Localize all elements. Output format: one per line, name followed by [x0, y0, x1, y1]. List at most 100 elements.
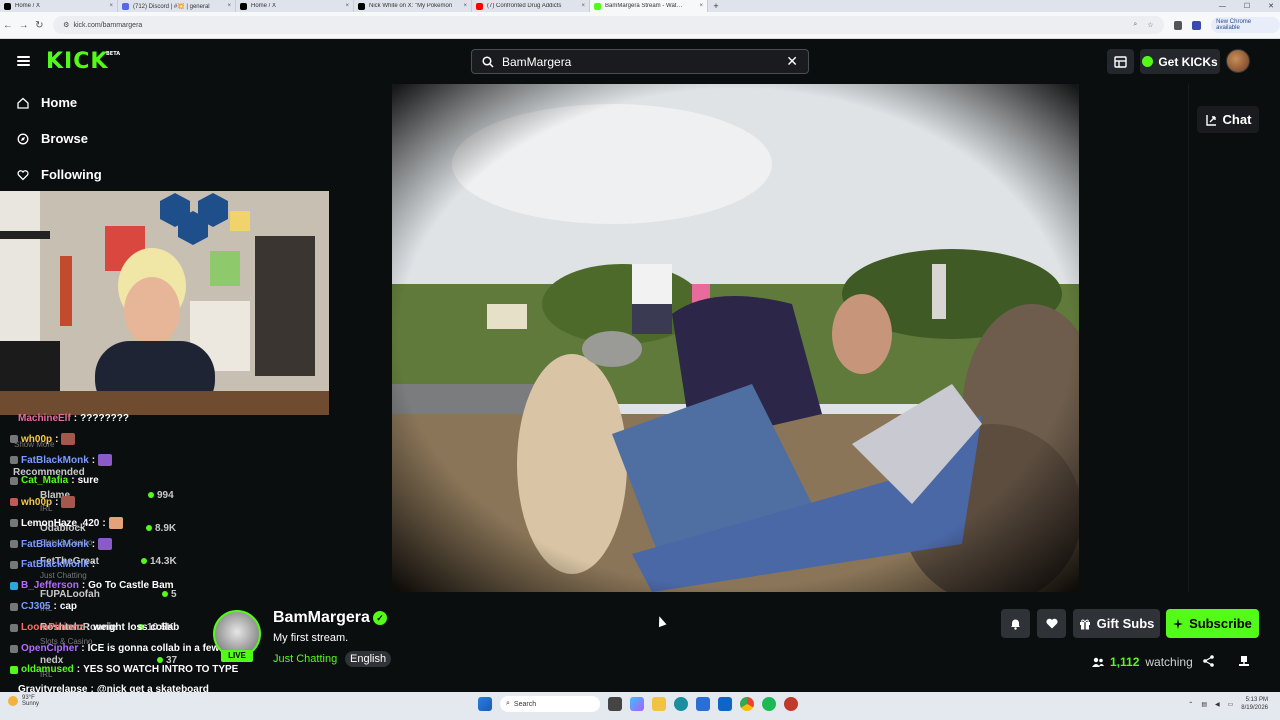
network-icon[interactable]: ▤ [1201, 701, 1207, 708]
edge-icon[interactable] [674, 697, 688, 711]
address-bar: ← → ↻ ⚙ kick.com/bammargera ⌕ ☆ New Chro… [0, 12, 1280, 39]
file-explorer-icon[interactable] [652, 697, 666, 711]
chat-message: LoomPinionz: weight loss collab [10, 622, 179, 633]
category-link[interactable]: Just Chatting [273, 653, 337, 665]
gift-subs-button[interactable]: Gift Subs [1073, 609, 1160, 638]
site-info-icon[interactable]: ⚙ [63, 21, 69, 29]
bookmark-star-icon[interactable]: ☆ [1147, 21, 1153, 29]
app-icon[interactable] [784, 697, 798, 711]
sidebar-item-home[interactable]: Home [17, 95, 77, 110]
outlook-icon[interactable] [718, 697, 732, 711]
tray-chevron-icon[interactable]: ⌃ [1188, 701, 1193, 708]
browser-tab-active[interactable]: BamMargera Stream - Wat… × [590, 0, 708, 12]
close-tab-icon[interactable]: × [699, 3, 703, 9]
battery-icon[interactable]: ▭ [1228, 701, 1234, 708]
taskbar-search[interactable]: ⌕ Search [500, 696, 600, 712]
spotify-icon[interactable] [762, 697, 776, 711]
get-kicks-button[interactable]: Get KICKs [1140, 49, 1220, 74]
clips-button[interactable] [1107, 49, 1134, 74]
sidebar-item-browse[interactable]: Browse [17, 131, 88, 146]
sun-icon [8, 696, 18, 706]
new-tab-icon[interactable]: + [708, 1, 724, 11]
taskbar-apps: ⌕ Search [478, 696, 798, 712]
browser-tab[interactable]: Home / X × [0, 0, 118, 12]
user-badge-icon [10, 623, 18, 632]
video-player[interactable] [392, 84, 1079, 592]
search-input[interactable] [502, 54, 787, 69]
browser-tab[interactable]: Nick White on X: "My Pokemon × [354, 0, 472, 12]
extension-icon[interactable] [1173, 20, 1183, 30]
minimize-icon[interactable]: — [1219, 3, 1226, 10]
mouse-cursor-icon [655, 614, 667, 628]
user-badge-icon [10, 456, 18, 464]
search-icon: ⌕ [506, 700, 510, 707]
chat-message: B_Jefferson: Go To Castle Bam [10, 580, 174, 591]
extension-icon[interactable] [1192, 20, 1202, 30]
expand-chat-icon [1205, 114, 1216, 126]
reload-icon[interactable]: ↻ [31, 20, 47, 31]
browser-tab[interactable]: (712) Discord | #💥 | general × [118, 0, 236, 12]
x-favicon-icon [4, 2, 11, 10]
extensions-row: New Chrome available [1173, 17, 1280, 33]
sparkle-icon [1173, 618, 1184, 629]
chat-message: FatBlackMonk: [10, 454, 113, 466]
webcam-overlay [0, 191, 329, 415]
chat-message: wh00p: [10, 433, 76, 445]
close-tab-icon[interactable]: × [227, 3, 231, 9]
library-icon [1114, 55, 1127, 68]
new-chrome-available-button[interactable]: New Chrome available [1211, 17, 1280, 33]
user-badge-icon [10, 435, 18, 443]
store-icon[interactable] [696, 697, 710, 711]
chat-message: LemonHaze_420: [10, 517, 123, 529]
emote-icon [61, 496, 76, 508]
hamburger-menu-icon[interactable] [17, 56, 30, 66]
chat-message: MachineElf:???????? [18, 413, 130, 424]
weather-widget[interactable]: 93°F Sunny [8, 695, 39, 707]
clear-search-icon[interactable]: ✕ [786, 53, 798, 70]
chat-message: Cat_Mafia: sure [10, 475, 99, 486]
gift-icon [1079, 619, 1090, 629]
close-tab-icon[interactable]: × [463, 3, 467, 9]
live-badge: LIVE [221, 650, 253, 662]
clock[interactable]: 5:13 PM 8/19/2026 [1241, 696, 1268, 712]
user-badge-icon [10, 476, 18, 485]
user-badge-icon [10, 540, 18, 548]
close-window-icon[interactable]: ✕ [1268, 2, 1274, 10]
browser-tab[interactable]: Home / X × [236, 0, 354, 12]
chat-message: wh00p: [10, 496, 76, 508]
youtube-favicon-icon [476, 2, 483, 10]
forward-icon[interactable]: → [16, 20, 32, 31]
zoom-icon[interactable]: ⌕ [1133, 21, 1137, 29]
user-avatar[interactable] [1226, 49, 1250, 73]
chrome-icon[interactable] [740, 697, 754, 711]
back-icon[interactable]: ← [0, 20, 16, 31]
language-tag[interactable]: English [345, 651, 392, 667]
emote-icon [61, 433, 76, 445]
share-icon[interactable] [1203, 655, 1214, 670]
maximize-icon[interactable]: ☐ [1244, 2, 1250, 10]
report-icon[interactable] [1238, 654, 1250, 670]
channel-name[interactable]: BamMargera [273, 609, 370, 627]
windows-start-icon[interactable] [478, 697, 492, 711]
kick-favicon-icon [594, 2, 601, 10]
close-tab-icon[interactable]: × [109, 3, 113, 9]
volume-icon[interactable]: ◀ [1215, 701, 1220, 708]
url-field[interactable]: ⚙ kick.com/bammargera ⌕ ☆ [53, 16, 1164, 34]
chat-message: CJ305: cap [10, 601, 77, 612]
task-view-icon[interactable] [608, 697, 622, 711]
subscribe-button[interactable]: Subscribe [1166, 609, 1259, 638]
kick-logo[interactable]: KICK BETA [46, 49, 120, 74]
kicks-coin-icon [1142, 56, 1154, 67]
follow-button[interactable] [1037, 609, 1066, 638]
compass-icon [17, 133, 29, 144]
sidebar-item-following[interactable]: Following [17, 167, 102, 182]
close-tab-icon[interactable]: × [345, 3, 349, 9]
search-box[interactable]: ✕ [471, 49, 809, 74]
emote-icon [98, 538, 113, 550]
chat-toggle-button[interactable]: Chat [1197, 106, 1259, 133]
copilot-icon[interactable] [630, 697, 644, 711]
notifications-button[interactable] [1001, 609, 1030, 638]
browser-tab[interactable]: (7) Confronted Drug Addicts × [472, 0, 590, 12]
close-tab-icon[interactable]: × [581, 3, 585, 9]
user-badge-icon [10, 498, 18, 506]
